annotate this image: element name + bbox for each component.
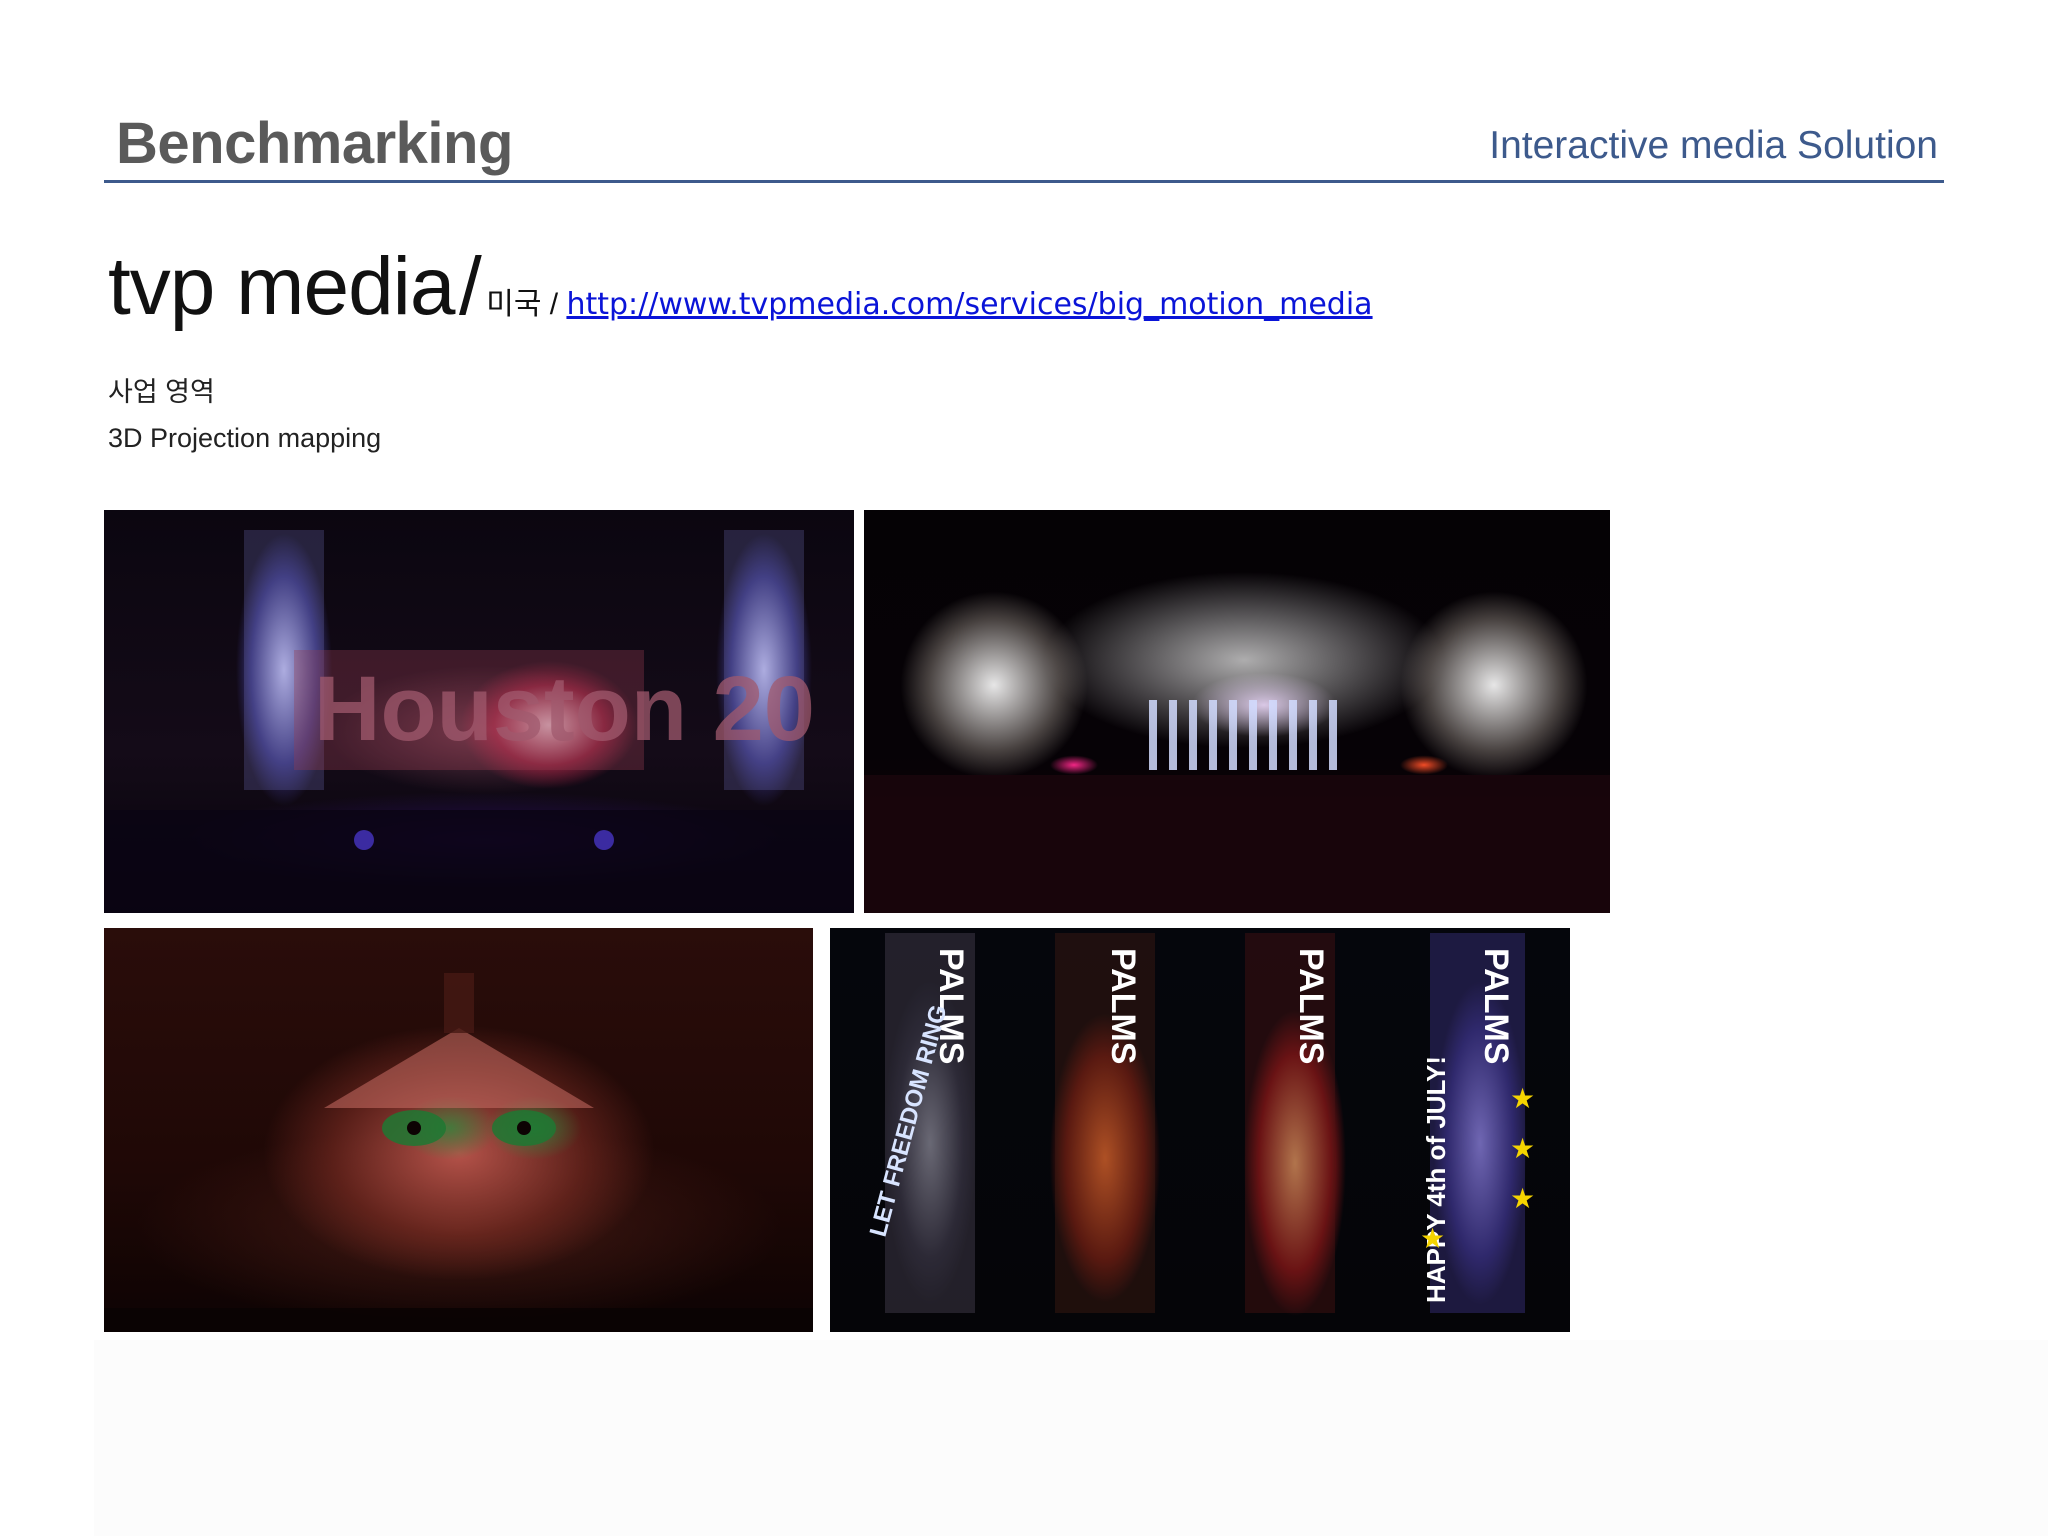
crowd-silhouette [864, 775, 1610, 913]
slide-header: Benchmarking Interactive media Solution [104, 104, 1944, 183]
palms-sign-2: PALMS [1104, 948, 1142, 1064]
photo-building-graphic [104, 973, 813, 1332]
pillar [1329, 700, 1337, 770]
star-icon: ★ [1420, 1223, 1445, 1254]
projection-photo-building-face [104, 928, 813, 1332]
company-url-link[interactable]: http://www.tvpmedia.com/services/big_mot… [566, 287, 1372, 322]
pillar [1169, 700, 1177, 770]
company-country: 미국 [486, 288, 542, 321]
pillar [1149, 700, 1157, 770]
pillar [1309, 700, 1317, 770]
business-area-value: 3D Projection mapping [108, 423, 382, 453]
projection-photo-stage [864, 510, 1610, 913]
pillar [1249, 700, 1257, 770]
houston-projected-text: Houston 20 [314, 658, 815, 760]
pillar [1229, 700, 1237, 770]
stage-light [354, 830, 374, 850]
pupil [517, 1121, 531, 1135]
pillar [1269, 700, 1277, 770]
stage-pillars [1149, 700, 1337, 770]
business-area-label: 사업 영역 [108, 377, 215, 407]
star-icon: ★ [1510, 1083, 1535, 1114]
meta-separator: / [541, 288, 567, 321]
company-heading: tvp media / 미국 / http://www.tvpmedia.com… [108, 240, 1373, 334]
pillar [1209, 700, 1217, 770]
slide-title: Benchmarking [116, 111, 513, 176]
star-icon: ★ [1510, 1133, 1535, 1164]
building-gable [324, 1028, 594, 1108]
palms-sign-4: PALMS [1477, 948, 1515, 1064]
stage-crowd [104, 810, 854, 913]
heading-separator: / [458, 241, 482, 332]
projection-photo-houston: Houston 20 [104, 510, 854, 913]
photo-palms-graphic: PALMS PALMS PALMS PALMS LET FREEDOM RING… [865, 933, 1535, 1313]
photo-stage-graphic [864, 700, 1610, 913]
pillar [1189, 700, 1197, 770]
star-icon: ★ [1510, 1183, 1535, 1214]
july-projected-text: HAPPY 4th of JULY! [1421, 1056, 1451, 1303]
photo-houston-graphic: Houston 20 [104, 530, 854, 913]
projection-photo-palms-towers: PALMS PALMS PALMS PALMS LET FREEDOM RING… [830, 928, 1570, 1332]
pupil [407, 1121, 421, 1135]
pillar [1289, 700, 1297, 770]
palms-sign-3: PALMS [1292, 948, 1330, 1064]
slide-subtitle: Interactive media Solution [1489, 124, 1938, 167]
company-name: tvp media [108, 241, 456, 332]
stage-light [594, 830, 614, 850]
background-panel [94, 1340, 2048, 1536]
ground [104, 1308, 813, 1332]
building-tower [444, 973, 474, 1033]
